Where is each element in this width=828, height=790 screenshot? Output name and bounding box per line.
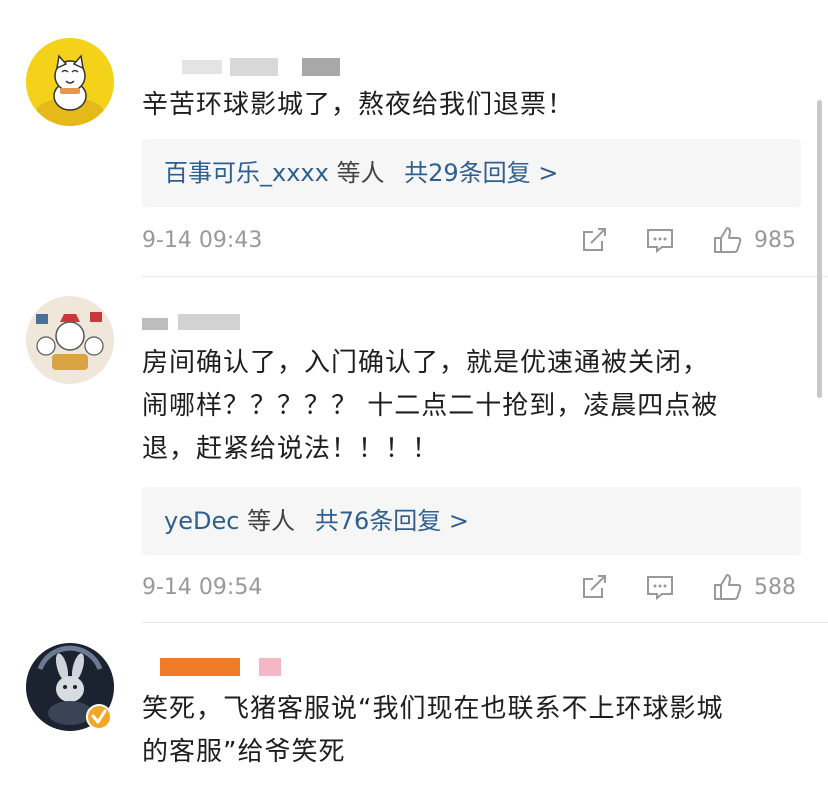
username-pink-bar xyxy=(259,658,281,676)
reply-users[interactable]: 百事可乐_xxxx xyxy=(164,159,329,187)
divider xyxy=(142,276,828,277)
replies-link[interactable]: 百事可乐_xxxx 等人 共29条回复 > xyxy=(142,139,801,207)
reply-count[interactable]: 共29条回复 > xyxy=(404,159,558,187)
avatar[interactable] xyxy=(26,38,114,126)
comment-meta: 9-14 09:54 588 xyxy=(142,571,807,607)
comment-text: 辛苦环球影城了，熬夜给我们退票！ xyxy=(142,90,575,120)
share-icon[interactable] xyxy=(578,224,610,256)
reply-others: 等人 xyxy=(247,507,296,535)
divider xyxy=(142,622,828,623)
like-count: 588 xyxy=(754,575,796,600)
timestamp: 9-14 09:43 xyxy=(142,228,263,253)
comment-text: 笑死，飞猪客服说“我们现在也联系不上环球影城 的客服”给爷笑死 xyxy=(142,694,724,767)
comment-icon[interactable] xyxy=(644,571,676,603)
cat-avatar-icon xyxy=(26,38,114,126)
timestamp: 9-14 09:54 xyxy=(142,575,263,600)
reply-count[interactable]: 共76条回复 > xyxy=(315,507,469,535)
comment-meta: 9-14 09:43 985 xyxy=(142,224,807,260)
comment-text: 房间确认了，入门确认了，就是优速通被关闭， 闹哪样？？？？？ 十二点二十抢到，凌… xyxy=(142,348,719,464)
share-icon[interactable] xyxy=(578,571,610,603)
reply-others: 等人 xyxy=(336,159,385,187)
like-icon[interactable] xyxy=(712,224,744,256)
like-count: 985 xyxy=(754,228,796,253)
verified-badge-icon xyxy=(86,704,112,730)
avatar[interactable] xyxy=(26,296,114,384)
like-icon[interactable] xyxy=(712,571,744,603)
username-blurred[interactable] xyxy=(142,314,252,334)
illustration-avatar-icon xyxy=(26,296,114,384)
comment-icon[interactable] xyxy=(644,224,676,256)
reply-users[interactable]: yeDec xyxy=(164,507,239,535)
username-blurred[interactable] xyxy=(142,656,292,676)
scrollbar[interactable] xyxy=(817,100,822,398)
username-blurred[interactable] xyxy=(142,58,342,78)
replies-link[interactable]: yeDec 等人 共76条回复 > xyxy=(142,487,801,555)
username-orange-bar xyxy=(160,658,240,676)
